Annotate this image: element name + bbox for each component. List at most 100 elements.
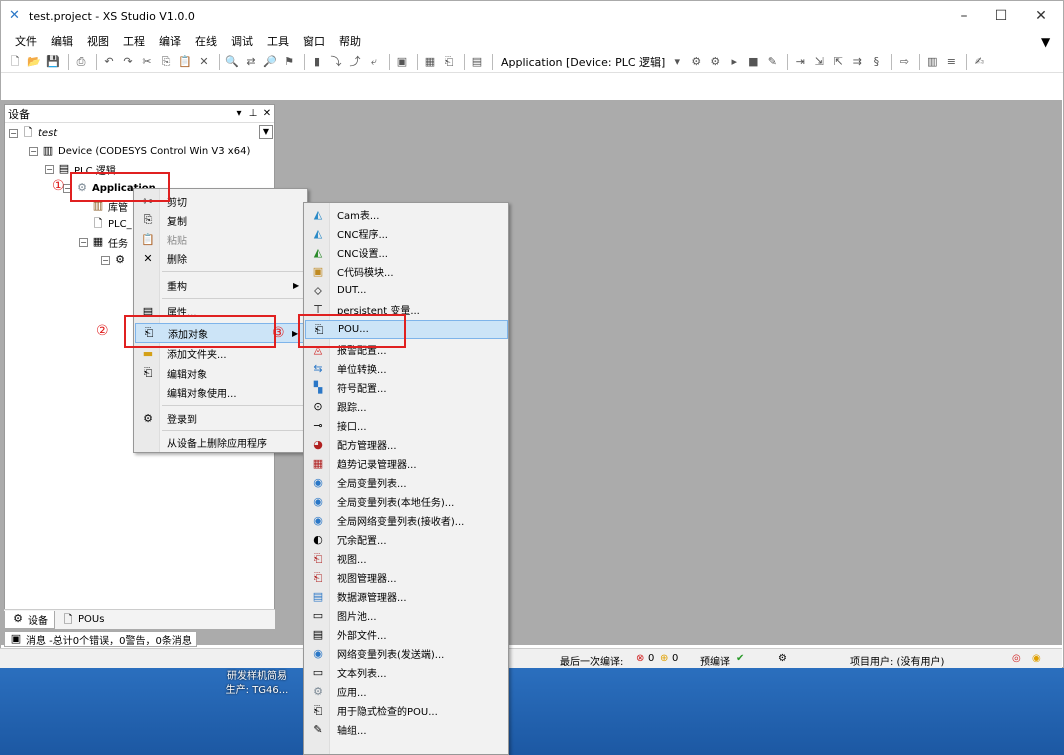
- submenu-item-external-file[interactable]: ▤ 外部文件...: [305, 625, 508, 644]
- menu-item-refactor[interactable]: 重构 ▶: [135, 275, 307, 295]
- tab-pous[interactable]: 🗋 POUs: [55, 611, 110, 629]
- menu-build[interactable]: 编译: [159, 33, 181, 49]
- panel-menu-icon[interactable]: ▾: [232, 108, 246, 119]
- logout-icon[interactable]: ⚙: [707, 54, 723, 70]
- tree-item-device[interactable]: − ▥ Device (CODESYS Control Win V3 x64): [29, 143, 250, 159]
- submenu-item-cnc-program[interactable]: ◭ CNC程序...: [305, 224, 508, 243]
- force-values-icon[interactable]: ▥: [924, 54, 940, 70]
- print-icon[interactable]: ⎙: [73, 54, 89, 70]
- panel-dropdown-icon[interactable]: ▼: [259, 125, 273, 139]
- pen-icon[interactable]: ✍: [971, 54, 987, 70]
- paste-icon[interactable]: 📋: [177, 54, 193, 70]
- bookmark-prev-icon[interactable]: ⤴: [347, 54, 363, 70]
- tab-devices[interactable]: ⚙ 设备: [4, 610, 55, 629]
- customize-toolbar-icon[interactable]: ▼: [1041, 35, 1050, 49]
- bookmark-next-icon[interactable]: ⤵: [328, 54, 344, 70]
- bookmark-clear-icon[interactable]: ⤶: [366, 54, 382, 70]
- collapse-icon[interactable]: −: [45, 164, 54, 174]
- menu-online[interactable]: 在线: [195, 33, 217, 49]
- find-all-icon[interactable]: 🔎: [262, 54, 278, 70]
- save-icon[interactable]: 💾: [45, 54, 61, 70]
- window-icon[interactable]: ▣: [394, 54, 410, 70]
- menu-file[interactable]: 文件: [15, 33, 37, 49]
- messages-tab[interactable]: ▣ 消息 -总计0个错误，0警告，0条消息: [4, 631, 197, 647]
- submenu-item-text-list[interactable]: ▭ 文本列表...: [305, 663, 508, 682]
- menu-item-edit-object[interactable]: ⎗ 编辑对象: [135, 363, 307, 383]
- submenu-item-visu-manager[interactable]: ⎗ 视图管理器...: [305, 568, 508, 587]
- bookmark-toggle-icon[interactable]: ▮: [309, 54, 325, 70]
- step-into-icon[interactable]: ⇲: [811, 54, 827, 70]
- menu-project[interactable]: 工程: [123, 33, 145, 49]
- write-values-icon[interactable]: ⇨: [896, 54, 912, 70]
- tree-item-task[interactable]: − ▦ 任务: [79, 234, 128, 250]
- submenu-item-network-gvl-sender[interactable]: ◉ 网络变量列表(发送端)...: [305, 644, 508, 663]
- submenu-item-cnc-settings[interactable]: ◭ CNC设置...: [305, 243, 508, 262]
- device-add-icon[interactable]: ▦: [422, 54, 438, 70]
- submenu-item-c-code-module[interactable]: ▣ C代码模块...: [305, 262, 508, 281]
- submenu-item-datasource-manager[interactable]: ▤ 数据源管理器...: [305, 587, 508, 606]
- tree-item-plc-prg[interactable]: 🗋 PLC_: [91, 216, 132, 232]
- reset-icon[interactable]: ✎: [764, 54, 780, 70]
- find-icon[interactable]: 🔍: [224, 54, 240, 70]
- collapse-icon[interactable]: −: [29, 146, 38, 156]
- collapse-icon[interactable]: −: [9, 128, 18, 138]
- menu-tools[interactable]: 工具: [267, 33, 289, 49]
- menu-item-edit-object-with[interactable]: 编辑对象使用...: [135, 382, 307, 402]
- submenu-item-axis-group[interactable]: ✎ 轴组...: [305, 720, 508, 739]
- delete-icon[interactable]: ✕: [196, 54, 212, 70]
- menu-item-paste[interactable]: 📋 粘贴: [135, 229, 307, 249]
- combo-arrow-icon[interactable]: ▾: [669, 54, 685, 70]
- precompile-label[interactable]: 预编译: [700, 653, 730, 668]
- menu-item-login[interactable]: ⚙ 登录到: [135, 408, 307, 428]
- submenu-item-gvl[interactable]: ◉ 全局变量列表...: [305, 473, 508, 492]
- pin-icon[interactable]: ⊥: [246, 108, 260, 119]
- run-icon[interactable]: ▸: [726, 54, 742, 70]
- submenu-item-cam-table[interactable]: ◭ Cam表...: [305, 205, 508, 224]
- add-object-icon[interactable]: ⎗: [441, 54, 457, 70]
- submenu-item-visualization[interactable]: ⎗ 视图...: [305, 549, 508, 568]
- submenu-item-trace[interactable]: ⊙ 跟踪...: [305, 397, 508, 416]
- close-button[interactable]: ✕: [1023, 1, 1059, 31]
- step-over-icon[interactable]: ⇥: [792, 54, 808, 70]
- step-out-icon[interactable]: ⇱: [830, 54, 846, 70]
- minimize-button[interactable]: –: [946, 1, 982, 31]
- replace-icon[interactable]: ⇄: [243, 54, 259, 70]
- submenu-item-gvl-local[interactable]: ◉ 全局变量列表(本地任务)...: [305, 492, 508, 511]
- submenu-item-redundancy[interactable]: ◐ 冗余配置...: [305, 530, 508, 549]
- tree-item-project[interactable]: − 🗋 test: [9, 125, 57, 141]
- submenu-item-application[interactable]: ⚙ 应用...: [305, 682, 508, 701]
- login-icon[interactable]: ⚙: [688, 54, 704, 70]
- new-file-icon[interactable]: 🗋: [7, 54, 23, 70]
- status-warning-icon[interactable]: ◉: [1032, 653, 1041, 664]
- submenu-item-image-pool[interactable]: ▭ 图片池...: [305, 606, 508, 625]
- cut-icon[interactable]: ✂: [139, 54, 155, 70]
- open-folder-icon[interactable]: 📂: [26, 54, 42, 70]
- bookmark-icon[interactable]: ⚑: [281, 54, 297, 70]
- tree-item-subtask[interactable]: − ⚙: [101, 252, 130, 268]
- menu-item-copy[interactable]: ⎘ 复制: [135, 210, 307, 230]
- maximize-button[interactable]: ☐: [983, 1, 1019, 31]
- panel-close-icon[interactable]: ✕: [260, 108, 274, 119]
- active-application-combo[interactable]: Application [Device: PLC 逻辑]: [497, 54, 669, 70]
- breakpoint-icon[interactable]: §: [868, 54, 884, 70]
- undo-icon[interactable]: ↶: [101, 54, 117, 70]
- menu-edit[interactable]: 编辑: [51, 33, 73, 49]
- run-to-cursor-icon[interactable]: ⇉: [849, 54, 865, 70]
- menu-window[interactable]: 窗口: [303, 33, 325, 49]
- submenu-item-recipe-manager[interactable]: ◕ 配方管理器...: [305, 435, 508, 454]
- menu-debug[interactable]: 调试: [231, 33, 253, 49]
- cloud-icon[interactable]: ◎: [1012, 653, 1021, 664]
- menu-view[interactable]: 视图: [87, 33, 109, 49]
- copy-icon[interactable]: ⎘: [158, 54, 174, 70]
- submenu-item-symbol-config[interactable]: ▚ 符号配置...: [305, 378, 508, 397]
- calculator-icon[interactable]: ▤: [469, 54, 485, 70]
- unforce-icon[interactable]: ≡: [943, 54, 959, 70]
- menu-item-delete[interactable]: ✕ 删除: [135, 248, 307, 268]
- menu-help[interactable]: 帮助: [339, 33, 361, 49]
- submenu-item-network-gvl-receiver[interactable]: ◉ 全局网络变量列表(接收者)...: [305, 511, 508, 530]
- submenu-item-unit-conversion[interactable]: ⇆ 单位转换...: [305, 359, 508, 378]
- stop-icon[interactable]: ■: [745, 54, 761, 70]
- submenu-item-dut[interactable]: ⬦ DUT...: [305, 281, 508, 300]
- menu-item-remove-app[interactable]: 从设备上删除应用程序: [135, 432, 307, 452]
- collapse-icon[interactable]: −: [79, 237, 88, 247]
